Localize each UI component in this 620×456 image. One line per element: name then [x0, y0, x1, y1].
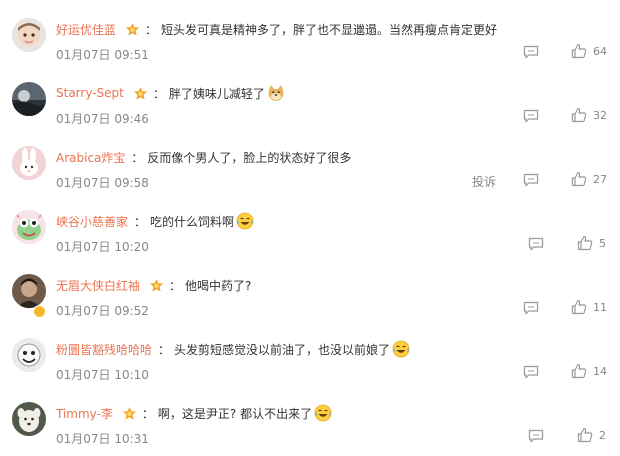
laugh-cry-emoji-icon — [392, 340, 410, 358]
comment-bubble-icon[interactable] — [523, 109, 539, 123]
colon-separator: ： — [158, 342, 171, 357]
comment-item: 峡谷小慈善家 ： 吃的什么饲料啊 01月07日 10:20 5 — [0, 200, 620, 264]
username-link[interactable]: 粉圜皆豁残哈哈哈 — [56, 341, 152, 358]
avatar[interactable] — [12, 146, 46, 180]
comment-bubble-icon[interactable] — [523, 45, 539, 59]
comment-time: 01月07日 09:51 — [56, 48, 149, 62]
username-link[interactable]: 峡谷小慈善家 — [56, 213, 128, 230]
comment-text: 短头发可真是精神多了，胖了也不显邋遢。当然再瘦点肯定更好 — [161, 22, 498, 37]
thumbs-up-icon — [571, 107, 587, 123]
like-button[interactable]: 2 — [577, 427, 606, 443]
like-count: 32 — [593, 108, 607, 122]
like-button[interactable]: 5 — [577, 235, 606, 251]
comment-time: 01月07日 09:46 — [56, 112, 149, 126]
comment-bubble-icon[interactable] — [523, 173, 539, 187]
like-count: 64 — [593, 44, 607, 58]
comment-time: 01月07日 10:10 — [56, 368, 149, 382]
like-count: 27 — [593, 172, 607, 186]
comment-bubble-icon[interactable] — [528, 429, 544, 443]
fan-medal-icon — [125, 22, 140, 36]
laugh-cry-emoji-icon — [236, 212, 254, 230]
username-link[interactable]: Arabica炸宝 — [56, 149, 125, 166]
comment-time: 01月07日 10:20 — [56, 240, 149, 254]
like-button[interactable]: 14 — [571, 363, 607, 379]
comment-list: 好运优佳蓝 ： 短头发可真是精神多了，胖了也不显邋遢。当然再瘦点肯定更好 01月… — [0, 0, 620, 455]
like-count: 14 — [593, 364, 607, 378]
comment-text: 吃的什么饲料啊 — [150, 214, 235, 229]
fan-medal-icon — [133, 86, 147, 100]
comment-text: 头发剪短感觉没以前油了，也没以前娘了 — [174, 342, 391, 357]
avatar[interactable] — [12, 338, 46, 372]
comment-bubble-icon[interactable] — [523, 301, 539, 315]
username-link[interactable]: Timmy-李 — [56, 405, 113, 422]
comment-item: Arabica炸宝 ： 反而像个男人了，脸上的状态好了很多 01月07日 09:… — [0, 136, 620, 200]
avatar[interactable] — [12, 210, 46, 244]
avatar[interactable] — [12, 82, 46, 116]
colon-separator: ： — [152, 86, 165, 101]
comment-item: 粉圜皆豁残哈哈哈 ： 头发剪短感觉没以前油了，也没以前娘了 01月07日 10:… — [0, 328, 620, 392]
username-link[interactable]: 好运优佳蓝 — [56, 21, 116, 38]
comment-item: Timmy-李 ： 啊，这是尹正? 都认不出来了 01月07日 10:31 2 — [0, 392, 620, 456]
avatar[interactable] — [12, 274, 46, 308]
laugh-cry-emoji-icon — [314, 404, 332, 422]
comment-item: 好运优佳蓝 ： 短头发可真是精神多了，胖了也不显邋遢。当然再瘦点肯定更好 01月… — [0, 8, 620, 72]
comment-time: 01月07日 10:31 — [56, 432, 149, 446]
username-link[interactable]: 无眉大侠白红袖 — [56, 277, 140, 294]
comment-text: 他喝中药了? — [185, 278, 252, 293]
thumbs-up-icon — [571, 43, 587, 59]
comment-text: 啊，这是尹正? 都认不出来了 — [157, 406, 313, 421]
colon-separator: ： — [169, 278, 182, 293]
colon-separator: ： — [131, 150, 144, 165]
like-count: 11 — [593, 300, 607, 314]
comment-item: Starry-Sept ： 胖了姨味儿减轻了 01月07日 09:46 32 — [0, 72, 620, 136]
comment-time: 01月07日 09:58 — [56, 176, 149, 190]
like-button[interactable]: 64 — [571, 43, 607, 59]
avatar[interactable] — [12, 18, 46, 52]
thumbs-up-icon — [577, 427, 593, 443]
verified-badge-icon — [33, 305, 46, 318]
fan-medal-icon — [149, 278, 164, 292]
thumbs-up-icon — [577, 235, 593, 251]
like-button[interactable]: 11 — [571, 299, 607, 315]
thumbs-up-icon — [571, 363, 587, 379]
like-button[interactable]: 27 — [571, 171, 607, 187]
comment-time: 01月07日 09:52 — [56, 304, 149, 318]
thumbs-up-icon — [571, 299, 587, 315]
doge-emoji-icon — [268, 85, 284, 101]
comment-bubble-icon[interactable] — [523, 365, 539, 379]
comment-bubble-icon[interactable] — [528, 237, 544, 251]
report-link[interactable]: 投诉 — [472, 173, 496, 190]
like-count: 5 — [599, 236, 606, 250]
username-link[interactable]: Starry-Sept — [56, 86, 124, 100]
thumbs-up-icon — [571, 171, 587, 187]
comment-text: 反而像个男人了，脸上的状态好了很多 — [147, 150, 352, 165]
fan-medal-icon — [122, 406, 136, 420]
colon-separator: ： — [134, 214, 147, 229]
comment-item: 无眉大侠白红袖 ： 他喝中药了? 01月07日 09:52 11 — [0, 264, 620, 328]
like-button[interactable]: 32 — [571, 107, 607, 123]
colon-separator: ： — [141, 406, 154, 421]
colon-separator: ： — [145, 22, 158, 37]
like-count: 2 — [599, 428, 606, 442]
comment-text: 胖了姨味儿减轻了 — [168, 86, 265, 101]
avatar[interactable] — [12, 402, 46, 436]
